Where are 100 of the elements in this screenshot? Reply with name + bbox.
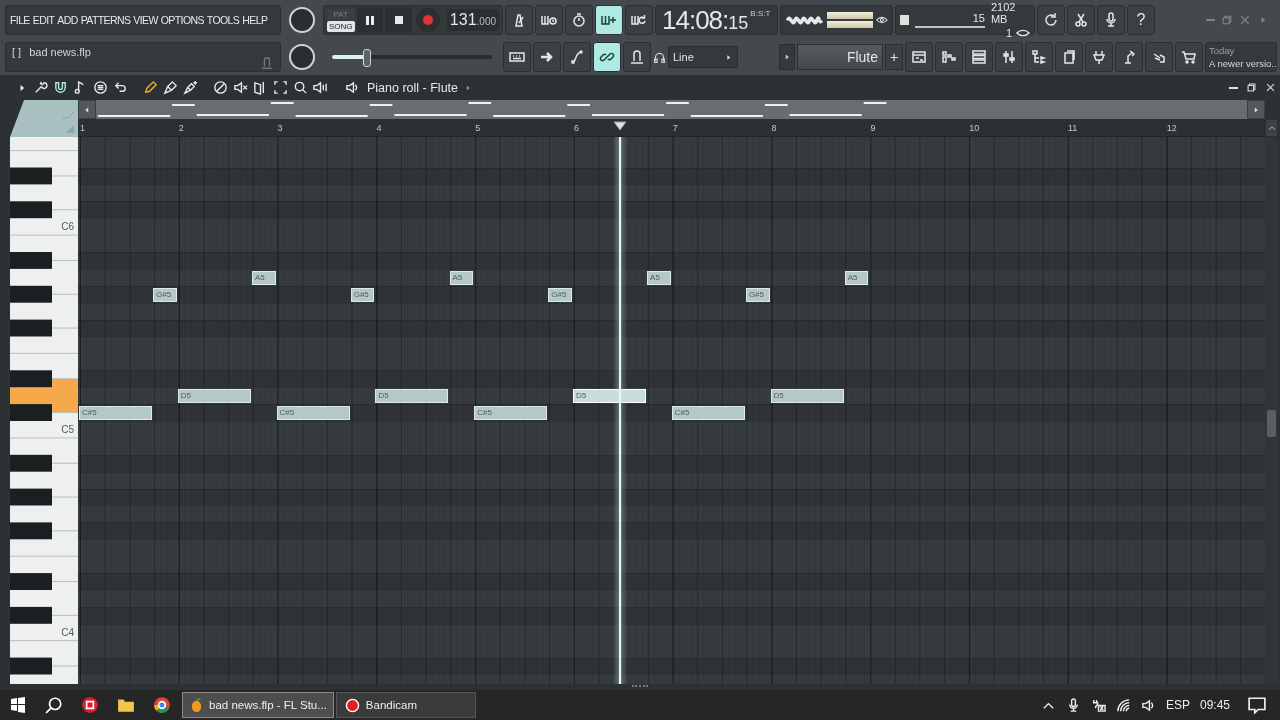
microphone-button[interactable] bbox=[1097, 5, 1125, 35]
cpu-value: 15 bbox=[972, 12, 985, 24]
menu-item[interactable]: TOOLS bbox=[206, 14, 240, 26]
scrollbar-thumb[interactable] bbox=[1267, 410, 1276, 437]
speaker-bars-tool[interactable] bbox=[313, 80, 328, 95]
keys-plus-button[interactable] bbox=[595, 5, 623, 35]
note[interactable]: A5 bbox=[647, 270, 671, 285]
knob-button[interactable] bbox=[623, 42, 651, 72]
curve-button[interactable] bbox=[563, 42, 591, 72]
scroll-left-button[interactable] bbox=[78, 100, 96, 119]
curve-icon bbox=[569, 49, 585, 65]
note[interactable]: C#5 bbox=[671, 406, 745, 421]
note[interactable]: A5 bbox=[449, 270, 474, 285]
piano-keyboard-drawing[interactable]: C6 C5 C4 bbox=[10, 137, 78, 684]
list-button[interactable] bbox=[965, 42, 993, 72]
brush-plus-tool[interactable] bbox=[183, 80, 198, 95]
magnet-tool[interactable] bbox=[53, 80, 68, 95]
note[interactable]: D5 bbox=[375, 389, 449, 404]
folder-tree-button[interactable] bbox=[1025, 42, 1053, 72]
metronome-button[interactable] bbox=[505, 5, 533, 35]
keyboard-button[interactable] bbox=[503, 42, 531, 72]
pages-button[interactable] bbox=[1055, 42, 1083, 72]
plug-button[interactable] bbox=[1085, 42, 1113, 72]
note[interactable]: C#5 bbox=[79, 406, 153, 421]
note[interactable]: D5 bbox=[177, 389, 251, 404]
circle-menu-tool[interactable] bbox=[93, 80, 108, 95]
clock-button[interactable] bbox=[535, 5, 563, 35]
tempo-display[interactable]: 131.000 bbox=[446, 9, 499, 31]
bar-number: 10 bbox=[969, 123, 980, 133]
menu-item[interactable]: VIEW bbox=[133, 14, 158, 26]
minimize-icon bbox=[1229, 86, 1238, 89]
help-button[interactable]: ? bbox=[1127, 5, 1155, 35]
scroll-up-button[interactable] bbox=[1265, 119, 1278, 137]
note[interactable]: G#5 bbox=[350, 287, 375, 302]
menu-item[interactable]: EDIT bbox=[32, 14, 55, 26]
clock-time[interactable]: 09:45 bbox=[1199, 698, 1230, 712]
taskbar-window-button[interactable]: bad news.flp - FL Stu... bbox=[182, 692, 334, 718]
language-indicator[interactable]: ESP bbox=[1165, 698, 1190, 712]
magnifier-tool[interactable] bbox=[293, 80, 308, 95]
note[interactable]: D5 bbox=[770, 389, 844, 404]
scissors-button[interactable] bbox=[1067, 5, 1095, 35]
steps-button[interactable] bbox=[935, 42, 963, 72]
cart-button[interactable] bbox=[1175, 42, 1203, 72]
scroll-right-button[interactable] bbox=[1247, 100, 1265, 119]
triangle-right-icon bbox=[724, 52, 733, 62]
taskbar-window-button[interactable]: Bandicam bbox=[335, 692, 476, 718]
master-volume-knob[interactable] bbox=[289, 7, 315, 33]
magnifier-icon bbox=[293, 80, 308, 95]
note[interactable]: A5 bbox=[844, 270, 869, 285]
undo-tool[interactable] bbox=[113, 80, 128, 95]
note-grid[interactable]: C#5 G#5 D5 A5 C#5 G#5 D5 A5 C#5 G#5 D5 A5 C#5 G#5 D5 A5 bbox=[78, 137, 1265, 684]
brush-tool[interactable] bbox=[163, 80, 178, 95]
note[interactable]: G#5 bbox=[153, 287, 177, 302]
bar-number: 7 bbox=[672, 123, 678, 133]
add-channel-button[interactable]: + bbox=[885, 44, 903, 70]
note[interactable]: C#5 bbox=[474, 406, 548, 421]
playhead-marker[interactable] bbox=[613, 121, 627, 131]
pencil-tool[interactable] bbox=[143, 80, 158, 95]
pause-button[interactable] bbox=[356, 7, 384, 33]
note[interactable]: D5 bbox=[573, 389, 647, 404]
arrow-right-button[interactable] bbox=[533, 42, 561, 72]
link-button[interactable] bbox=[593, 42, 621, 72]
wrench-icon bbox=[33, 80, 48, 95]
menu-item[interactable]: ADD bbox=[57, 14, 78, 26]
menu-item[interactable]: FILE bbox=[10, 14, 30, 26]
note[interactable]: A5 bbox=[251, 270, 276, 285]
mute-tool[interactable] bbox=[233, 80, 248, 95]
window-label: Bandicam bbox=[365, 699, 417, 711]
sliders-button[interactable] bbox=[995, 42, 1023, 72]
loop-icon bbox=[631, 12, 647, 28]
snap-value: Line bbox=[673, 51, 694, 63]
select-frame-tool[interactable] bbox=[273, 80, 288, 95]
note[interactable]: C#5 bbox=[276, 406, 350, 421]
stop-button[interactable] bbox=[385, 7, 413, 33]
browser-icon bbox=[153, 696, 171, 714]
knob-icon bbox=[629, 49, 645, 65]
master-pitch-knob[interactable] bbox=[289, 44, 315, 70]
stopwatch-button[interactable] bbox=[565, 5, 593, 35]
plug-icon bbox=[1091, 49, 1107, 65]
prohibited-tool[interactable] bbox=[213, 80, 228, 95]
bar-number: 11 bbox=[1068, 123, 1078, 133]
wrench-tool[interactable] bbox=[33, 80, 48, 95]
news-panel[interactable]: Today A newer versio.. bbox=[1205, 42, 1277, 72]
menu-item[interactable]: HELP bbox=[242, 14, 268, 26]
loop-button[interactable] bbox=[625, 5, 653, 35]
mode-toggle[interactable]: SONG bbox=[327, 20, 355, 32]
note[interactable]: G#5 bbox=[548, 287, 572, 302]
refresh-button[interactable] bbox=[1037, 5, 1065, 35]
channel-selector[interactable]: Flute bbox=[797, 44, 883, 70]
note[interactable]: G#5 bbox=[745, 287, 770, 302]
menu-item[interactable]: PATTERNS bbox=[80, 14, 131, 26]
memory-value: 2102 MB bbox=[990, 0, 1017, 25]
close-icon bbox=[1239, 14, 1251, 26]
desk-lamp-button[interactable] bbox=[1115, 42, 1143, 72]
hand-button[interactable] bbox=[1145, 42, 1173, 72]
list-icon bbox=[971, 49, 987, 65]
slider-thumb[interactable] bbox=[363, 49, 372, 67]
window-button[interactable] bbox=[905, 42, 933, 72]
menu-item[interactable]: OPTIONS bbox=[160, 14, 204, 26]
snap-dropdown[interactable]: Line bbox=[668, 46, 738, 68]
